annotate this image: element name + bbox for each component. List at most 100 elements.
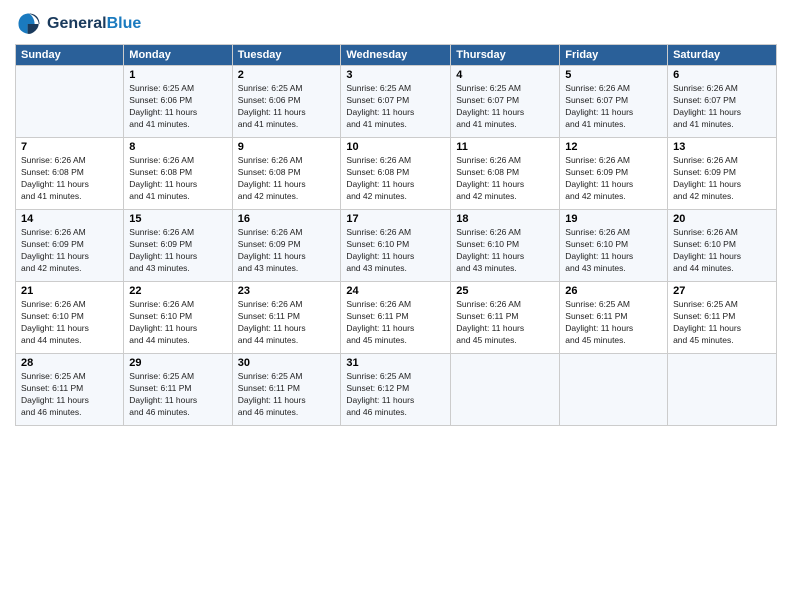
day-info: Sunrise: 6:26 AM Sunset: 6:11 PM Dayligh… bbox=[456, 299, 554, 347]
day-number: 18 bbox=[456, 213, 554, 225]
day-number: 11 bbox=[456, 141, 554, 153]
day-info: Sunrise: 6:25 AM Sunset: 6:11 PM Dayligh… bbox=[21, 371, 118, 419]
day-info: Sunrise: 6:25 AM Sunset: 6:12 PM Dayligh… bbox=[346, 371, 445, 419]
day-number: 20 bbox=[673, 213, 771, 225]
header-cell-sunday: Sunday bbox=[16, 45, 124, 66]
day-number: 13 bbox=[673, 141, 771, 153]
day-number: 27 bbox=[673, 285, 771, 297]
header-cell-monday: Monday bbox=[124, 45, 232, 66]
header-cell-friday: Friday bbox=[560, 45, 668, 66]
day-info: Sunrise: 6:26 AM Sunset: 6:11 PM Dayligh… bbox=[238, 299, 336, 347]
calendar-cell: 31 Sunrise: 6:25 AM Sunset: 6:12 PM Dayli… bbox=[341, 354, 451, 426]
calendar-cell: 25 Sunrise: 6:26 AM Sunset: 6:11 PM Dayli… bbox=[451, 282, 560, 354]
header-cell-saturday: Saturday bbox=[668, 45, 777, 66]
day-info: Sunrise: 6:26 AM Sunset: 6:10 PM Dayligh… bbox=[673, 227, 771, 275]
calendar-body: 1 Sunrise: 6:25 AM Sunset: 6:06 PM Daylig… bbox=[16, 66, 777, 426]
calendar-cell: 1 Sunrise: 6:25 AM Sunset: 6:06 PM Daylig… bbox=[124, 66, 232, 138]
day-number: 7 bbox=[21, 141, 118, 153]
calendar-cell: 30 Sunrise: 6:25 AM Sunset: 6:11 PM Dayli… bbox=[232, 354, 341, 426]
calendar-cell: 7 Sunrise: 6:26 AM Sunset: 6:08 PM Daylig… bbox=[16, 138, 124, 210]
day-number: 9 bbox=[238, 141, 336, 153]
calendar-cell: 28 Sunrise: 6:25 AM Sunset: 6:11 PM Dayli… bbox=[16, 354, 124, 426]
day-number: 14 bbox=[21, 213, 118, 225]
calendar-week-row: 7 Sunrise: 6:26 AM Sunset: 6:08 PM Daylig… bbox=[16, 138, 777, 210]
calendar-cell: 19Sunrise: 6:26 AM Sunset: 6:10 PM Dayli… bbox=[560, 210, 668, 282]
day-info: Sunrise: 6:26 AM Sunset: 6:08 PM Dayligh… bbox=[346, 155, 445, 203]
day-info: Sunrise: 6:25 AM Sunset: 6:11 PM Dayligh… bbox=[129, 371, 226, 419]
day-info: Sunrise: 6:26 AM Sunset: 6:10 PM Dayligh… bbox=[346, 227, 445, 275]
calendar-week-row: 14 Sunrise: 6:26 AM Sunset: 6:09 PM Dayli… bbox=[16, 210, 777, 282]
day-number: 5 bbox=[565, 69, 662, 81]
day-number: 25 bbox=[456, 285, 554, 297]
day-number: 31 bbox=[346, 357, 445, 369]
day-number: 29 bbox=[129, 357, 226, 369]
day-info: Sunrise: 6:26 AM Sunset: 6:09 PM Dayligh… bbox=[673, 155, 771, 203]
day-info: Sunrise: 6:26 AM Sunset: 6:08 PM Dayligh… bbox=[238, 155, 336, 203]
calendar-cell: 29 Sunrise: 6:25 AM Sunset: 6:11 PM Dayli… bbox=[124, 354, 232, 426]
calendar-cell: 27 Sunrise: 6:25 AM Sunset: 6:11 PM Dayli… bbox=[668, 282, 777, 354]
day-info: Sunrise: 6:26 AM Sunset: 6:10 PM Dayligh… bbox=[21, 299, 118, 347]
day-number: 10 bbox=[346, 141, 445, 153]
day-number: 22 bbox=[129, 285, 226, 297]
calendar-cell: 21 Sunrise: 6:26 AM Sunset: 6:10 PM Dayli… bbox=[16, 282, 124, 354]
calendar-cell: 18Sunrise: 6:26 AM Sunset: 6:10 PM Dayli… bbox=[451, 210, 560, 282]
header-cell-thursday: Thursday bbox=[451, 45, 560, 66]
day-number: 24 bbox=[346, 285, 445, 297]
calendar-cell: 3Sunrise: 6:25 AM Sunset: 6:07 PM Daylig… bbox=[341, 66, 451, 138]
day-number: 26 bbox=[565, 285, 662, 297]
calendar-cell: 14 Sunrise: 6:26 AM Sunset: 6:09 PM Dayli… bbox=[16, 210, 124, 282]
day-info: Sunrise: 6:26 AM Sunset: 6:08 PM Dayligh… bbox=[129, 155, 226, 203]
calendar-cell: 6 Sunrise: 6:26 AM Sunset: 6:07 PM Daylig… bbox=[668, 66, 777, 138]
calendar-cell bbox=[16, 66, 124, 138]
calendar-cell: 9 Sunrise: 6:26 AM Sunset: 6:08 PM Daylig… bbox=[232, 138, 341, 210]
day-info: Sunrise: 6:26 AM Sunset: 6:09 PM Dayligh… bbox=[238, 227, 336, 275]
header-cell-wednesday: Wednesday bbox=[341, 45, 451, 66]
calendar-cell: 22 Sunrise: 6:26 AM Sunset: 6:10 PM Dayli… bbox=[124, 282, 232, 354]
day-info: Sunrise: 6:25 AM Sunset: 6:11 PM Dayligh… bbox=[238, 371, 336, 419]
calendar-cell: 5 Sunrise: 6:26 AM Sunset: 6:07 PM Daylig… bbox=[560, 66, 668, 138]
calendar-cell bbox=[560, 354, 668, 426]
day-info: Sunrise: 6:25 AM Sunset: 6:07 PM Dayligh… bbox=[456, 83, 554, 131]
calendar-cell bbox=[668, 354, 777, 426]
header-cell-tuesday: Tuesday bbox=[232, 45, 341, 66]
day-info: Sunrise: 6:26 AM Sunset: 6:07 PM Dayligh… bbox=[565, 83, 662, 131]
day-number: 8 bbox=[129, 141, 226, 153]
calendar-cell: 10 Sunrise: 6:26 AM Sunset: 6:08 PM Dayli… bbox=[341, 138, 451, 210]
calendar-cell: 2 Sunrise: 6:25 AM Sunset: 6:06 PM Daylig… bbox=[232, 66, 341, 138]
day-info: Sunrise: 6:26 AM Sunset: 6:09 PM Dayligh… bbox=[21, 227, 118, 275]
calendar-week-row: 21 Sunrise: 6:26 AM Sunset: 6:10 PM Dayli… bbox=[16, 282, 777, 354]
day-info: Sunrise: 6:25 AM Sunset: 6:11 PM Dayligh… bbox=[673, 299, 771, 347]
day-number: 21 bbox=[21, 285, 118, 297]
calendar-cell: 11Sunrise: 6:26 AM Sunset: 6:08 PM Dayli… bbox=[451, 138, 560, 210]
day-number: 17 bbox=[346, 213, 445, 225]
calendar-cell: 24 Sunrise: 6:26 AM Sunset: 6:11 PM Dayli… bbox=[341, 282, 451, 354]
day-info: Sunrise: 6:25 AM Sunset: 6:06 PM Dayligh… bbox=[129, 83, 226, 131]
calendar-header-row: SundayMondayTuesdayWednesdayThursdayFrid… bbox=[16, 45, 777, 66]
day-number: 2 bbox=[238, 69, 336, 81]
header: GeneralBlue bbox=[15, 10, 777, 38]
day-info: Sunrise: 6:26 AM Sunset: 6:10 PM Dayligh… bbox=[129, 299, 226, 347]
logo-text: GeneralBlue bbox=[47, 15, 141, 33]
day-info: Sunrise: 6:26 AM Sunset: 6:09 PM Dayligh… bbox=[129, 227, 226, 275]
day-info: Sunrise: 6:26 AM Sunset: 6:11 PM Dayligh… bbox=[346, 299, 445, 347]
day-info: Sunrise: 6:25 AM Sunset: 6:06 PM Dayligh… bbox=[238, 83, 336, 131]
calendar-cell: 20 Sunrise: 6:26 AM Sunset: 6:10 PM Dayli… bbox=[668, 210, 777, 282]
day-number: 23 bbox=[238, 285, 336, 297]
calendar-cell: 17 Sunrise: 6:26 AM Sunset: 6:10 PM Dayli… bbox=[341, 210, 451, 282]
calendar-cell: 8 Sunrise: 6:26 AM Sunset: 6:08 PM Daylig… bbox=[124, 138, 232, 210]
day-number: 3 bbox=[346, 69, 445, 81]
day-number: 19 bbox=[565, 213, 662, 225]
day-number: 16 bbox=[238, 213, 336, 225]
day-info: Sunrise: 6:26 AM Sunset: 6:08 PM Dayligh… bbox=[21, 155, 118, 203]
day-number: 6 bbox=[673, 69, 771, 81]
day-number: 28 bbox=[21, 357, 118, 369]
calendar-week-row: 28 Sunrise: 6:25 AM Sunset: 6:11 PM Dayli… bbox=[16, 354, 777, 426]
day-info: Sunrise: 6:26 AM Sunset: 6:07 PM Dayligh… bbox=[673, 83, 771, 131]
day-number: 1 bbox=[129, 69, 226, 81]
day-info: Sunrise: 6:25 AM Sunset: 6:11 PM Dayligh… bbox=[565, 299, 662, 347]
day-number: 30 bbox=[238, 357, 336, 369]
day-number: 4 bbox=[456, 69, 554, 81]
calendar-cell: 12Sunrise: 6:26 AM Sunset: 6:09 PM Dayli… bbox=[560, 138, 668, 210]
logo: GeneralBlue bbox=[15, 10, 141, 38]
page: GeneralBlue SundayMondayTuesdayWednesday… bbox=[0, 0, 792, 612]
